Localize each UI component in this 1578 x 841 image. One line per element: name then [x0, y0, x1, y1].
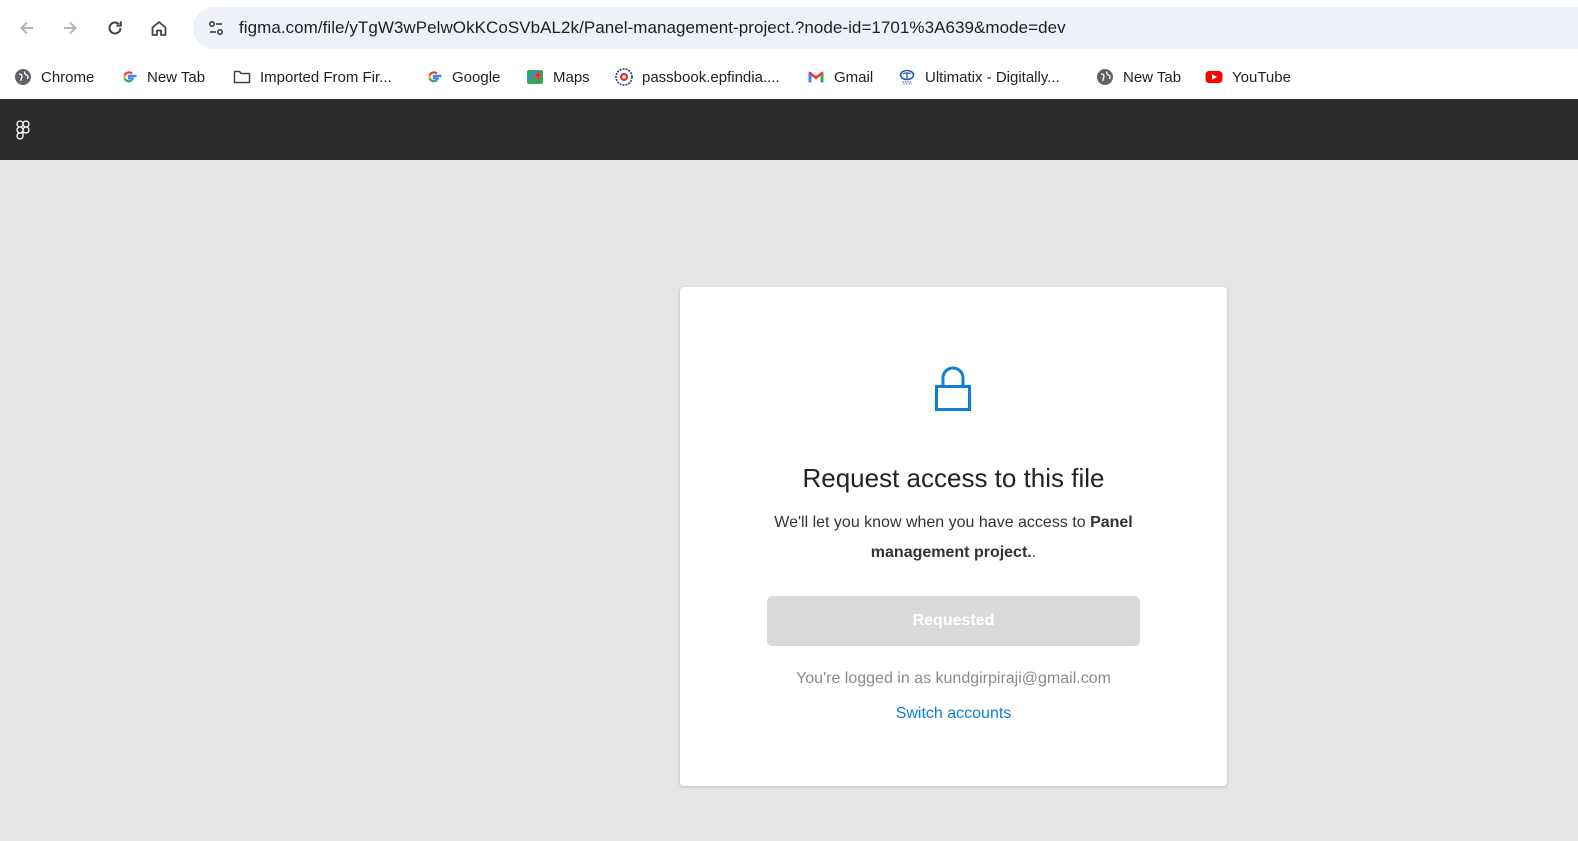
epfo-icon [615, 68, 633, 86]
url-text[interactable]: figma.com/file/yTgW3wPelwOkKCoSVbAL2k/Pa… [239, 18, 1066, 38]
bookmark-label: Chrome [41, 68, 95, 86]
desc-suffix: . [1031, 544, 1037, 561]
request-access-card: Request access to this file We'll let yo… [680, 287, 1227, 786]
bookmark-new-tab-2[interactable]: New Tab [1096, 64, 1181, 90]
tune-icon [209, 21, 223, 35]
bookmark-gmail[interactable]: Gmail [807, 64, 873, 90]
access-description: We'll let you know when you have access … [750, 508, 1157, 568]
home-button[interactable] [141, 10, 177, 46]
reload-icon [108, 21, 122, 35]
bookmark-label: New Tab [147, 68, 206, 86]
bookmark-youtube[interactable]: YouTube [1205, 64, 1291, 90]
lock-icon [935, 366, 971, 411]
bookmark-label: passbook.epfindia.... [642, 68, 780, 86]
bookmark-label: YouTube [1232, 68, 1291, 86]
bookmark-maps[interactable]: Maps [526, 64, 590, 90]
bookmark-chrome[interactable]: Chrome [14, 64, 94, 90]
switch-accounts-link[interactable]: Switch accounts [680, 705, 1227, 723]
svg-text:TATA: TATA [901, 81, 912, 86]
forward-button[interactable] [52, 10, 88, 46]
gmail-icon [807, 68, 825, 86]
back-button[interactable] [9, 10, 45, 46]
address-bar[interactable]: figma.com/file/yTgW3wPelwOkKCoSVbAL2k/Pa… [193, 7, 1578, 49]
bookmark-label: New Tab [1123, 68, 1182, 86]
bookmark-google[interactable]: Google [425, 64, 500, 90]
home-icon [151, 21, 167, 36]
globe-icon [1096, 68, 1114, 86]
forward-arrow-icon [64, 21, 77, 35]
browser-toolbar: figma.com/file/yTgW3wPelwOkKCoSVbAL2k/Pa… [0, 0, 1578, 56]
google-icon [120, 68, 138, 86]
bookmark-passbook[interactable]: passbook.epfindia.... [615, 64, 780, 90]
bookmark-label: Google [452, 68, 501, 86]
bookmark-new-tab[interactable]: New Tab [120, 64, 205, 90]
globe-icon [14, 68, 32, 86]
desc-prefix: We'll let you know when you have access … [774, 514, 1091, 531]
site-info-button[interactable] [201, 13, 231, 43]
logged-in-text: You're logged in as kundgirpiraji@gmail.… [796, 670, 1111, 687]
requested-button[interactable]: Requested [767, 596, 1140, 646]
bookmark-label: Ultimatix - Digitally... [925, 68, 1060, 86]
tata-icon: TATA [898, 68, 916, 86]
bookmark-imported-folder[interactable]: Imported From Fir... [233, 64, 392, 90]
back-arrow-icon [20, 21, 33, 35]
figma-header [0, 99, 1578, 160]
bookmark-label: Imported From Fir... [260, 68, 392, 86]
bookmark-ultimatix[interactable]: TATA Ultimatix - Digitally... [898, 64, 1060, 90]
maps-icon [526, 68, 544, 86]
bookmark-label: Gmail [834, 68, 874, 86]
google-icon [425, 68, 443, 86]
youtube-icon [1205, 68, 1223, 86]
page-title: Request access to this file [802, 463, 1105, 493]
figma-logo-icon[interactable] [14, 119, 32, 141]
reload-button[interactable] [97, 10, 133, 46]
folder-icon [233, 68, 251, 86]
bookmark-label: Maps [553, 68, 590, 86]
bookmarks-bar: Chrome New Tab Imported From Fir... Goog… [0, 56, 1578, 99]
